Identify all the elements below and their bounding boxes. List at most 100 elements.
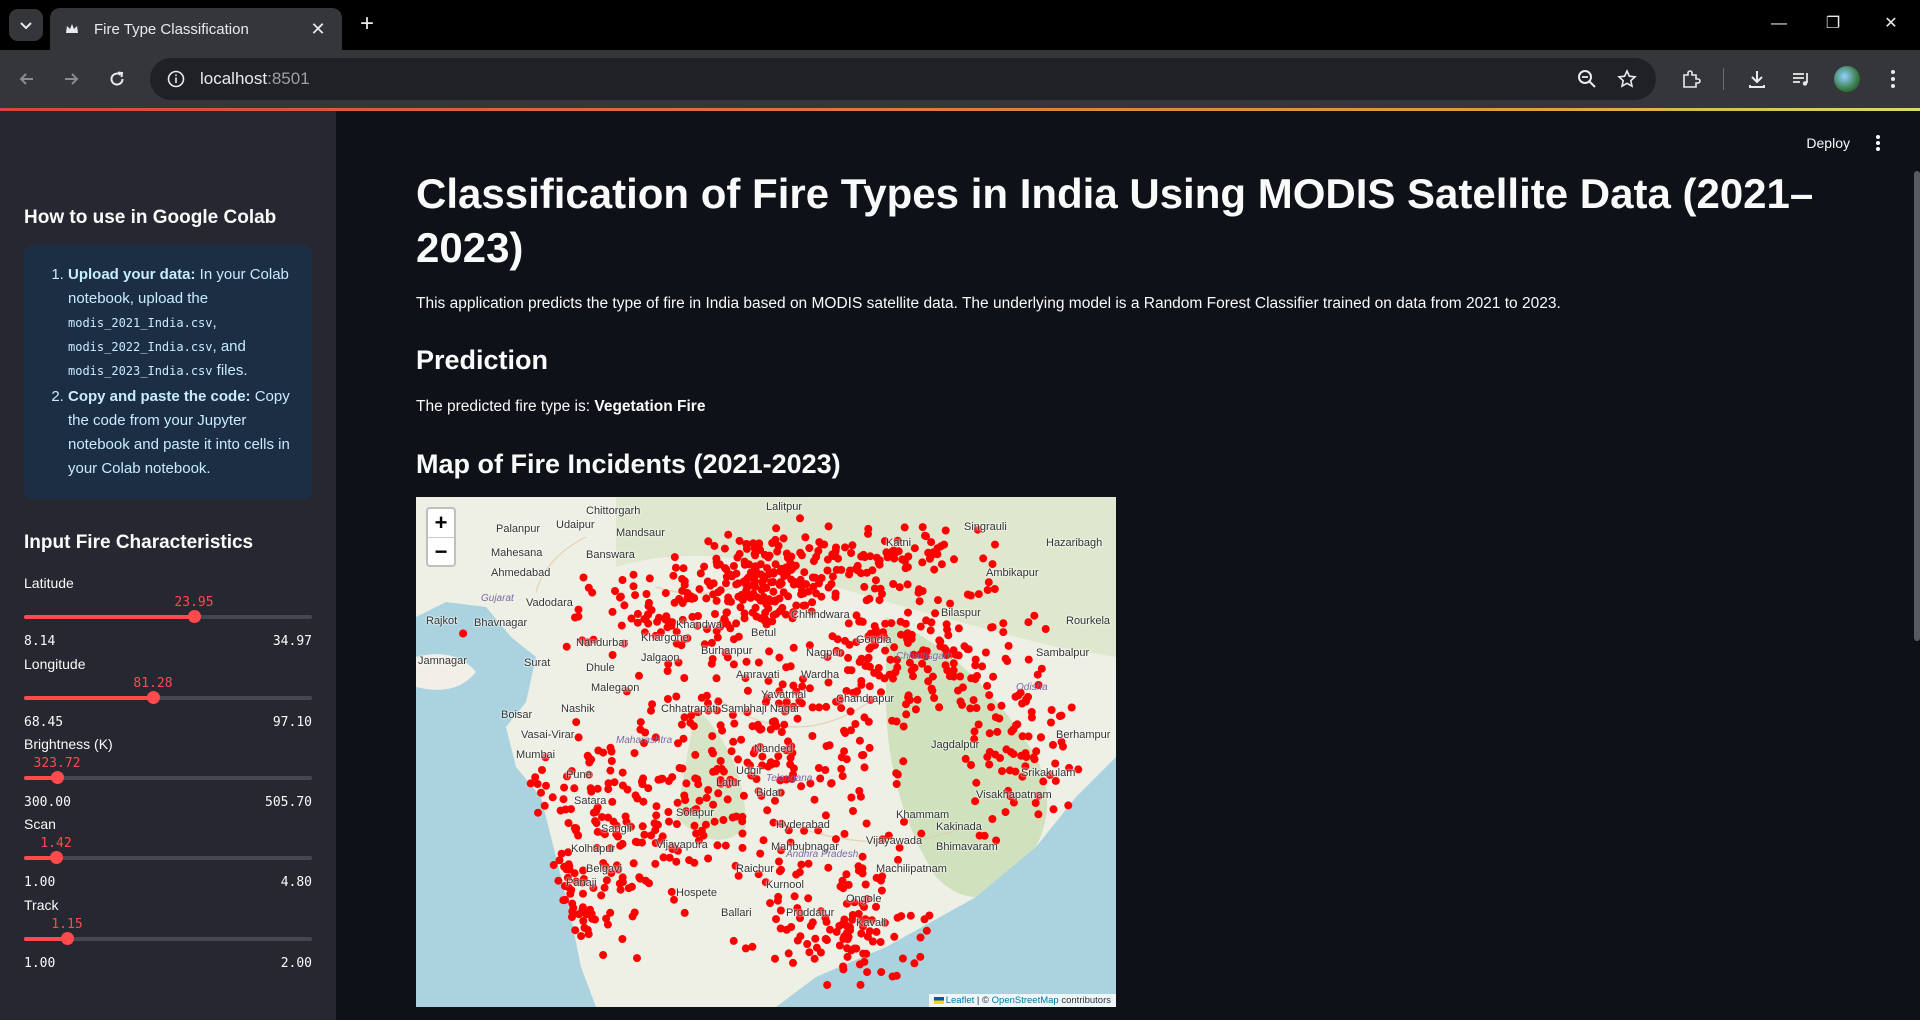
fire-incident-marker[interactable]	[950, 555, 958, 564]
tab-close-icon[interactable]: ✕	[308, 19, 328, 40]
fire-incident-marker[interactable]	[985, 760, 994, 769]
fire-incident-marker[interactable]	[824, 522, 833, 531]
fire-incident-marker[interactable]	[537, 788, 545, 797]
fire-incident-marker[interactable]	[969, 696, 978, 705]
fire-incident-marker[interactable]	[645, 598, 653, 607]
fire-incident-marker[interactable]	[616, 885, 625, 894]
fire-incident-marker[interactable]	[665, 817, 673, 826]
fire-incident-marker[interactable]	[902, 710, 911, 719]
fire-incident-marker[interactable]	[633, 954, 641, 963]
fire-incident-marker[interactable]	[594, 746, 603, 755]
fire-incident-marker[interactable]	[701, 820, 710, 829]
fire-incident-marker[interactable]	[702, 594, 711, 603]
fire-incident-marker[interactable]	[943, 625, 952, 634]
fire-incident-marker[interactable]	[735, 536, 744, 545]
fire-incident-marker[interactable]	[808, 732, 817, 740]
fire-incident-marker[interactable]	[831, 593, 840, 601]
fire-incident-marker[interactable]	[678, 575, 687, 583]
fire-incident-marker[interactable]	[671, 563, 680, 572]
fire-incident-marker[interactable]	[565, 865, 574, 874]
fire-incident-marker[interactable]	[608, 651, 617, 659]
app-menu-icon[interactable]	[1870, 133, 1886, 153]
fire-incident-marker[interactable]	[904, 608, 912, 617]
fire-incident-marker[interactable]	[786, 662, 795, 671]
fire-incident-marker[interactable]	[855, 736, 864, 745]
fire-incident-marker[interactable]	[782, 549, 791, 558]
fire-incident-marker[interactable]	[972, 704, 981, 712]
fire-incident-marker[interactable]	[680, 908, 689, 917]
fire-incident-marker[interactable]	[881, 619, 890, 628]
fire-incident-marker[interactable]	[930, 694, 939, 702]
fire-incident-marker[interactable]	[907, 635, 916, 644]
fire-incident-marker[interactable]	[901, 619, 910, 628]
fire-incident-marker[interactable]	[774, 541, 783, 550]
fire-incident-marker[interactable]	[821, 935, 830, 943]
fire-incident-marker[interactable]	[804, 859, 813, 868]
minimize-icon[interactable]: —	[1764, 12, 1794, 36]
fire-incident-marker[interactable]	[591, 915, 599, 924]
fire-incident-marker[interactable]	[611, 587, 619, 595]
fire-incident-marker[interactable]	[561, 895, 570, 904]
fire-incident-marker[interactable]	[822, 917, 831, 926]
fire-incident-marker[interactable]	[678, 599, 687, 607]
fire-incident-marker[interactable]	[754, 658, 763, 667]
fire-incident-marker[interactable]	[844, 880, 853, 889]
fire-incident-marker[interactable]	[845, 570, 854, 579]
fire-incident-marker[interactable]	[812, 589, 821, 598]
fire-incident-marker[interactable]	[782, 925, 791, 934]
fire-incident-marker[interactable]	[651, 826, 660, 835]
slider-thumb[interactable]	[61, 932, 74, 945]
fire-incident-marker[interactable]	[579, 917, 588, 925]
fire-incident-marker[interactable]	[548, 793, 557, 802]
fire-incident-marker[interactable]	[1064, 801, 1073, 810]
fire-incident-marker[interactable]	[695, 585, 704, 594]
fire-incident-marker[interactable]	[767, 578, 776, 587]
fire-incident-marker[interactable]	[847, 726, 855, 735]
scrollbar-thumb[interactable]	[1914, 171, 1920, 641]
fire-incident-marker[interactable]	[729, 936, 738, 945]
fire-incident-marker[interactable]	[579, 889, 587, 898]
fire-incident-marker[interactable]	[1004, 641, 1013, 650]
fire-incident-marker[interactable]	[817, 540, 826, 549]
fire-incident-marker[interactable]	[681, 796, 690, 804]
fire-incident-marker[interactable]	[910, 959, 919, 968]
fire-incident-marker[interactable]	[776, 906, 785, 915]
fire-incident-marker[interactable]	[630, 908, 639, 917]
fire-incident-marker[interactable]	[566, 889, 575, 898]
fire-incident-marker[interactable]	[1027, 713, 1036, 722]
fire-incident-marker[interactable]	[843, 928, 851, 937]
fire-incident-marker[interactable]	[766, 899, 775, 908]
address-bar[interactable]: localhost:8501	[150, 58, 1656, 100]
fire-incident-marker[interactable]	[685, 856, 694, 865]
fire-incident-marker[interactable]	[738, 843, 747, 852]
slider-track[interactable]	[24, 610, 312, 623]
fire-incident-marker[interactable]	[579, 573, 588, 582]
fire-incident-marker[interactable]	[954, 686, 962, 695]
fire-incident-marker[interactable]	[748, 942, 757, 951]
fire-incident-marker[interactable]	[618, 768, 627, 777]
fire-incident-marker[interactable]	[792, 870, 801, 879]
extensions-icon[interactable]	[1676, 64, 1706, 94]
fire-incident-marker[interactable]	[704, 854, 713, 863]
fire-incident-marker[interactable]	[970, 727, 979, 736]
fire-incident-marker[interactable]	[868, 937, 877, 946]
fire-incident-marker[interactable]	[707, 746, 716, 755]
fire-incident-marker[interactable]	[677, 720, 686, 729]
fire-incident-marker[interactable]	[810, 795, 819, 804]
fire-incident-marker[interactable]	[787, 565, 796, 574]
fire-incident-marker[interactable]	[922, 616, 931, 625]
fire-incident-marker[interactable]	[824, 863, 833, 872]
fire-incident-marker[interactable]	[724, 530, 733, 539]
fire-incident-marker[interactable]	[918, 558, 927, 567]
fire-incident-marker[interactable]	[641, 614, 650, 623]
fire-incident-marker[interactable]	[811, 934, 820, 943]
slider-track[interactable]	[24, 771, 312, 784]
fire-incident-marker[interactable]	[963, 645, 972, 654]
fire-incident-marker[interactable]	[629, 582, 638, 591]
fire-incident-marker[interactable]	[897, 912, 906, 921]
fire-incident-marker[interactable]	[768, 717, 777, 726]
fire-incident-marker[interactable]	[652, 811, 661, 820]
fire-incident-marker[interactable]	[459, 629, 468, 638]
fire-incident-marker[interactable]	[993, 727, 1002, 736]
fire-incident-marker[interactable]	[574, 605, 583, 614]
